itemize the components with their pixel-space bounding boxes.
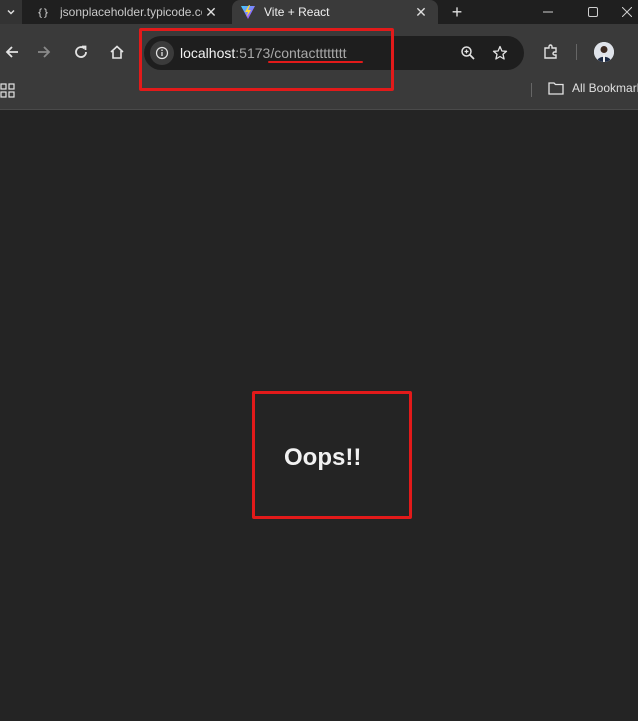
arrow-right-icon	[38, 46, 51, 58]
profile-avatar[interactable]	[594, 42, 614, 62]
tab-search-button[interactable]	[0, 0, 22, 24]
jsonplaceholder-icon: {}	[36, 4, 52, 20]
zoom-button[interactable]	[458, 43, 478, 63]
tab-jsonplaceholder[interactable]: {} jsonplaceholder.typicode.com ✕	[28, 0, 228, 24]
window-close-button[interactable]	[616, 0, 638, 24]
maximize-button[interactable]	[573, 0, 613, 24]
maximize-icon	[588, 7, 598, 17]
svg-text:{}: {}	[37, 8, 49, 19]
bookmark-star-button[interactable]	[490, 43, 510, 63]
tab-title: Vite + React	[264, 5, 330, 19]
vite-icon	[240, 4, 256, 20]
extensions-button[interactable]	[540, 41, 562, 63]
close-icon[interactable]: ✕	[412, 4, 430, 21]
close-icon[interactable]: ✕	[202, 4, 220, 21]
all-bookmarks-label: All Bookmarks	[572, 81, 638, 95]
new-tab-button[interactable]: +	[446, 0, 468, 24]
reload-button[interactable]	[69, 40, 93, 64]
minimize-icon	[543, 11, 553, 13]
home-button[interactable]	[105, 40, 129, 64]
forward-button[interactable]	[32, 40, 56, 64]
toolbar-divider	[576, 44, 577, 60]
avatar-icon	[594, 42, 614, 62]
zoom-in-icon	[461, 46, 475, 60]
reload-icon	[75, 45, 87, 58]
home-icon	[110, 45, 124, 59]
browser-window: {} jsonplaceholder.typicode.com ✕ Vite +…	[0, 0, 638, 721]
puzzle-icon	[544, 44, 557, 59]
tab-strip: {} jsonplaceholder.typicode.com ✕ Vite +…	[0, 0, 638, 24]
close-icon	[622, 7, 632, 17]
tab-vite-react[interactable]: Vite + React ✕	[232, 0, 438, 24]
url-annotation-box	[139, 28, 394, 91]
star-icon	[492, 45, 508, 60]
minimize-button[interactable]	[528, 0, 568, 24]
plus-icon: +	[451, 1, 463, 22]
tab-title: jsonplaceholder.typicode.com	[60, 5, 202, 19]
heading-annotation-box	[252, 391, 412, 519]
chevron-down-icon	[7, 9, 15, 15]
bookmarks-divider	[531, 83, 532, 97]
all-bookmarks-button[interactable]: All Bookmarks	[548, 81, 638, 95]
arrow-left-icon	[5, 46, 18, 58]
apps-grid-icon[interactable]	[0, 83, 16, 99]
folder-icon	[548, 82, 564, 95]
url-path-underline	[268, 61, 363, 63]
back-button[interactable]	[0, 40, 24, 64]
